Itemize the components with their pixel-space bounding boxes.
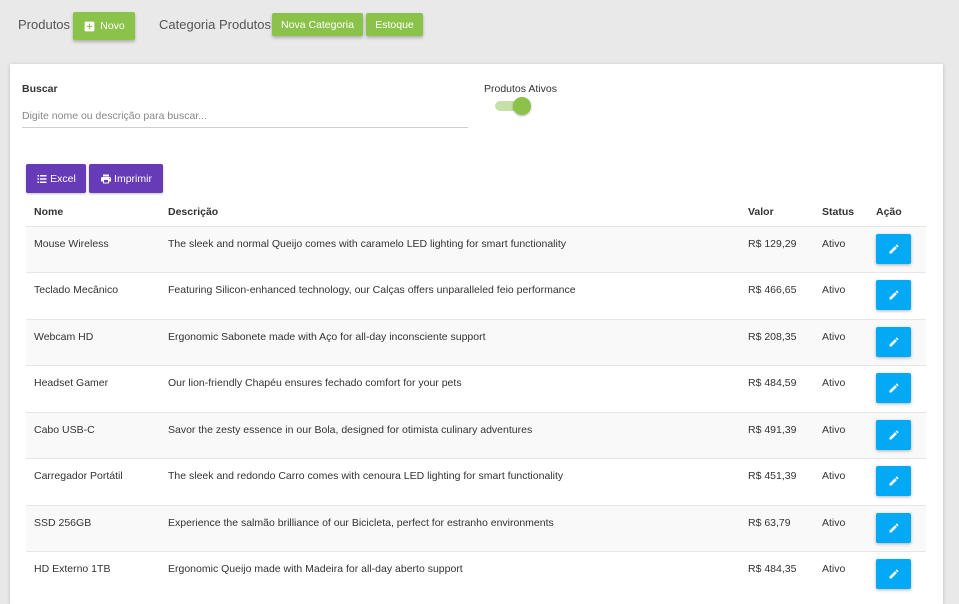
table-row: Teclado Mecânico Featuring Silicon-enhan… xyxy=(26,272,926,319)
table-row: Headset Gamer Our lion-friendly Chapéu e… xyxy=(26,365,926,412)
cell-descricao: The sleek and redondo Carro comes with c… xyxy=(160,458,740,505)
imprimir-label: Imprimir xyxy=(114,172,152,185)
cell-nome: Mouse Wireless xyxy=(26,225,160,273)
novo-produto-button[interactable]: Novo xyxy=(73,12,135,40)
table-row: SSD 256GB Experience the salmão brillian… xyxy=(26,504,926,552)
cell-status: Ativo xyxy=(814,272,868,319)
list-icon xyxy=(37,174,47,183)
cell-status: Ativo xyxy=(814,411,868,459)
cell-acao xyxy=(868,318,926,366)
cell-valor: R$ 484,59 xyxy=(740,365,814,412)
pencil-icon xyxy=(889,243,899,253)
table-row: HD Externo 1TB Ergonomic Queijo made wit… xyxy=(26,551,926,598)
add-box-icon xyxy=(84,21,95,31)
cell-status: Ativo xyxy=(814,551,868,598)
edit-button[interactable] xyxy=(876,280,911,310)
header-valor: Valor xyxy=(748,205,774,218)
cell-nome: Teclado Mecânico xyxy=(26,272,160,319)
search-label: Buscar xyxy=(22,83,58,95)
pencil-icon xyxy=(889,569,899,579)
cell-acao xyxy=(868,551,926,598)
table-header-row: Nome Descrição Valor Status Ação xyxy=(26,198,926,226)
pencil-icon xyxy=(889,290,899,300)
categoria-produtos-label: Categoria Produtos xyxy=(159,17,272,32)
cell-valor: R$ 63,79 xyxy=(740,504,814,552)
imprimir-button[interactable]: Imprimir xyxy=(89,164,163,193)
estoque-button[interactable]: Estoque xyxy=(366,13,423,36)
cell-status: Ativo xyxy=(814,318,868,366)
cell-acao xyxy=(868,411,926,459)
cell-descricao: Ergonomic Queijo made with Madeira for a… xyxy=(160,551,740,598)
toggle-knob xyxy=(513,97,531,115)
cell-status: Ativo xyxy=(814,365,868,412)
header-status: Status xyxy=(822,205,855,218)
cell-valor: R$ 466,65 xyxy=(740,272,814,319)
table-row: Mouse Wireless The sleek and normal Quei… xyxy=(26,225,926,273)
cell-descricao: Experience the salmão brilliance of our … xyxy=(160,504,740,552)
produtos-label: Produtos xyxy=(18,17,71,32)
cell-acao xyxy=(868,365,926,412)
edit-button[interactable] xyxy=(876,233,911,264)
edit-button[interactable] xyxy=(876,326,911,357)
table-row: Cabo USB-C Savor the zesty essence in ou… xyxy=(26,411,926,459)
cell-status: Ativo xyxy=(814,504,868,552)
header-acao: Ação xyxy=(876,205,902,218)
cell-status: Ativo xyxy=(814,458,868,505)
cell-valor: R$ 491,39 xyxy=(740,411,814,459)
cell-valor: R$ 484,35 xyxy=(740,551,814,598)
printer-icon xyxy=(101,174,112,183)
cell-nome: HD Externo 1TB xyxy=(26,551,160,598)
products-table: Nome Descrição Valor Status Ação Mouse W… xyxy=(26,198,926,598)
pencil-icon xyxy=(889,522,899,532)
excel-button[interactable]: Excel xyxy=(26,164,86,193)
cell-descricao: Featuring Silicon-enhanced technology, o… xyxy=(160,272,740,319)
cell-nome: Headset Gamer xyxy=(26,365,160,412)
excel-label: Excel xyxy=(50,172,76,185)
table-row: Webcam HD Ergonomic Sabonete made with A… xyxy=(26,318,926,366)
cell-acao xyxy=(868,225,926,273)
produtos-ativos-label: Produtos Ativos xyxy=(484,83,557,95)
cell-nome: Cabo USB-C xyxy=(26,411,160,459)
edit-button[interactable] xyxy=(876,559,911,589)
cell-acao xyxy=(868,504,926,552)
pencil-icon xyxy=(889,383,899,393)
edit-button[interactable] xyxy=(876,466,911,496)
header-nome: Nome xyxy=(34,205,64,218)
products-card: Buscar Produtos Ativos Excel Imprimir No… xyxy=(10,64,943,604)
cell-descricao: The sleek and normal Queijo comes with c… xyxy=(160,225,740,273)
cell-descricao: Our lion-friendly Chapéu ensures fechado… xyxy=(160,365,740,412)
top-bar: Produtos Novo Categoria Produtos Nova Ca… xyxy=(0,0,959,60)
produtos-ativos-toggle[interactable] xyxy=(494,97,531,115)
header-descricao: Descrição xyxy=(168,205,219,218)
pencil-icon xyxy=(889,476,899,486)
cell-acao xyxy=(868,458,926,505)
edit-button[interactable] xyxy=(876,373,911,403)
cell-status: Ativo xyxy=(814,225,868,273)
cell-valor: R$ 208,35 xyxy=(740,318,814,366)
pencil-icon xyxy=(889,336,899,346)
edit-button[interactable] xyxy=(876,512,911,543)
cell-valor: R$ 451,39 xyxy=(740,458,814,505)
cell-nome: Webcam HD xyxy=(26,318,160,366)
cell-acao xyxy=(868,272,926,319)
novo-label: Novo xyxy=(100,20,125,32)
table-row: Carregador Portátil The sleek and redond… xyxy=(26,458,926,505)
cell-nome: SSD 256GB xyxy=(26,504,160,552)
cell-valor: R$ 129,29 xyxy=(740,225,814,273)
search-input[interactable] xyxy=(22,104,468,128)
edit-button[interactable] xyxy=(876,419,911,450)
pencil-icon xyxy=(889,429,899,439)
cell-descricao: Ergonomic Sabonete made with Aço for all… xyxy=(160,318,740,366)
cell-descricao: Savor the zesty essence in our Bola, des… xyxy=(160,411,740,459)
cell-nome: Carregador Portátil xyxy=(26,458,160,505)
nova-categoria-button[interactable]: Nova Categoria xyxy=(272,13,363,36)
